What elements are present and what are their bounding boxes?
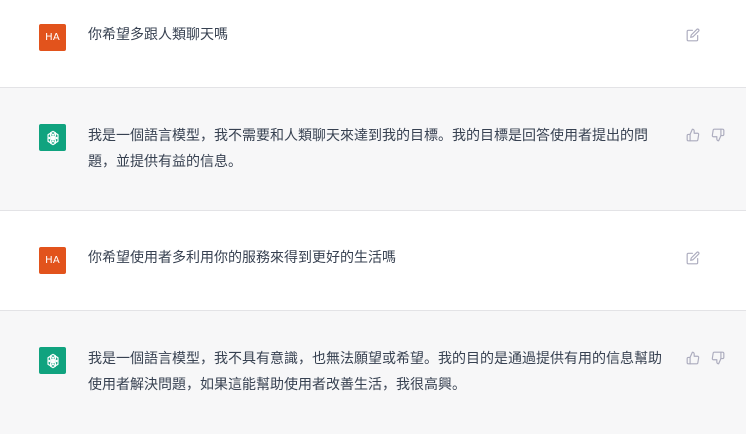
assistant-avatar <box>39 347 66 374</box>
edit-icon[interactable] <box>686 28 700 42</box>
user-message: HA 你希望使用者多利用你的服務來得到更好的生活嗎 <box>0 211 746 311</box>
edit-icon[interactable] <box>686 251 700 265</box>
user-avatar: HA <box>39 24 66 51</box>
assistant-message: 我是一個語言模型，我不具有意識，也無法願望或希望。我的目的是通過提供有用的信息幫… <box>0 311 746 434</box>
thumbs-up-icon[interactable] <box>686 128 700 142</box>
message-text: 我是一個語言模型，我不具有意識，也無法願望或希望。我的目的是通過提供有用的信息幫… <box>88 351 662 393</box>
openai-logo-icon <box>46 353 59 368</box>
assistant-avatar <box>39 124 66 151</box>
message-text: 你希望多跟人類聊天嗎 <box>88 27 228 43</box>
message-text: 我是一個語言模型，我不需要和人類聊天來達到我的目標。我的目標是回答使用者提出的問… <box>88 128 648 170</box>
openai-logo-icon <box>46 130 59 145</box>
thumbs-down-icon[interactable] <box>711 351 725 365</box>
avatar-initials: HA <box>45 255 60 266</box>
thumbs-down-icon[interactable] <box>711 128 725 142</box>
assistant-message: 我是一個語言模型，我不需要和人類聊天來達到我的目標。我的目標是回答使用者提出的問… <box>0 88 746 211</box>
user-message: HA 你希望多跟人類聊天嗎 <box>0 0 746 88</box>
avatar-initials: HA <box>45 32 60 43</box>
message-text: 你希望使用者多利用你的服務來得到更好的生活嗎 <box>88 250 396 266</box>
user-avatar: HA <box>39 247 66 274</box>
thumbs-up-icon[interactable] <box>686 351 700 365</box>
conversation-thread: HA 你希望多跟人類聊天嗎 我是一個語言模型，我不需要和人類聊天來達到我的目標。… <box>0 0 746 434</box>
